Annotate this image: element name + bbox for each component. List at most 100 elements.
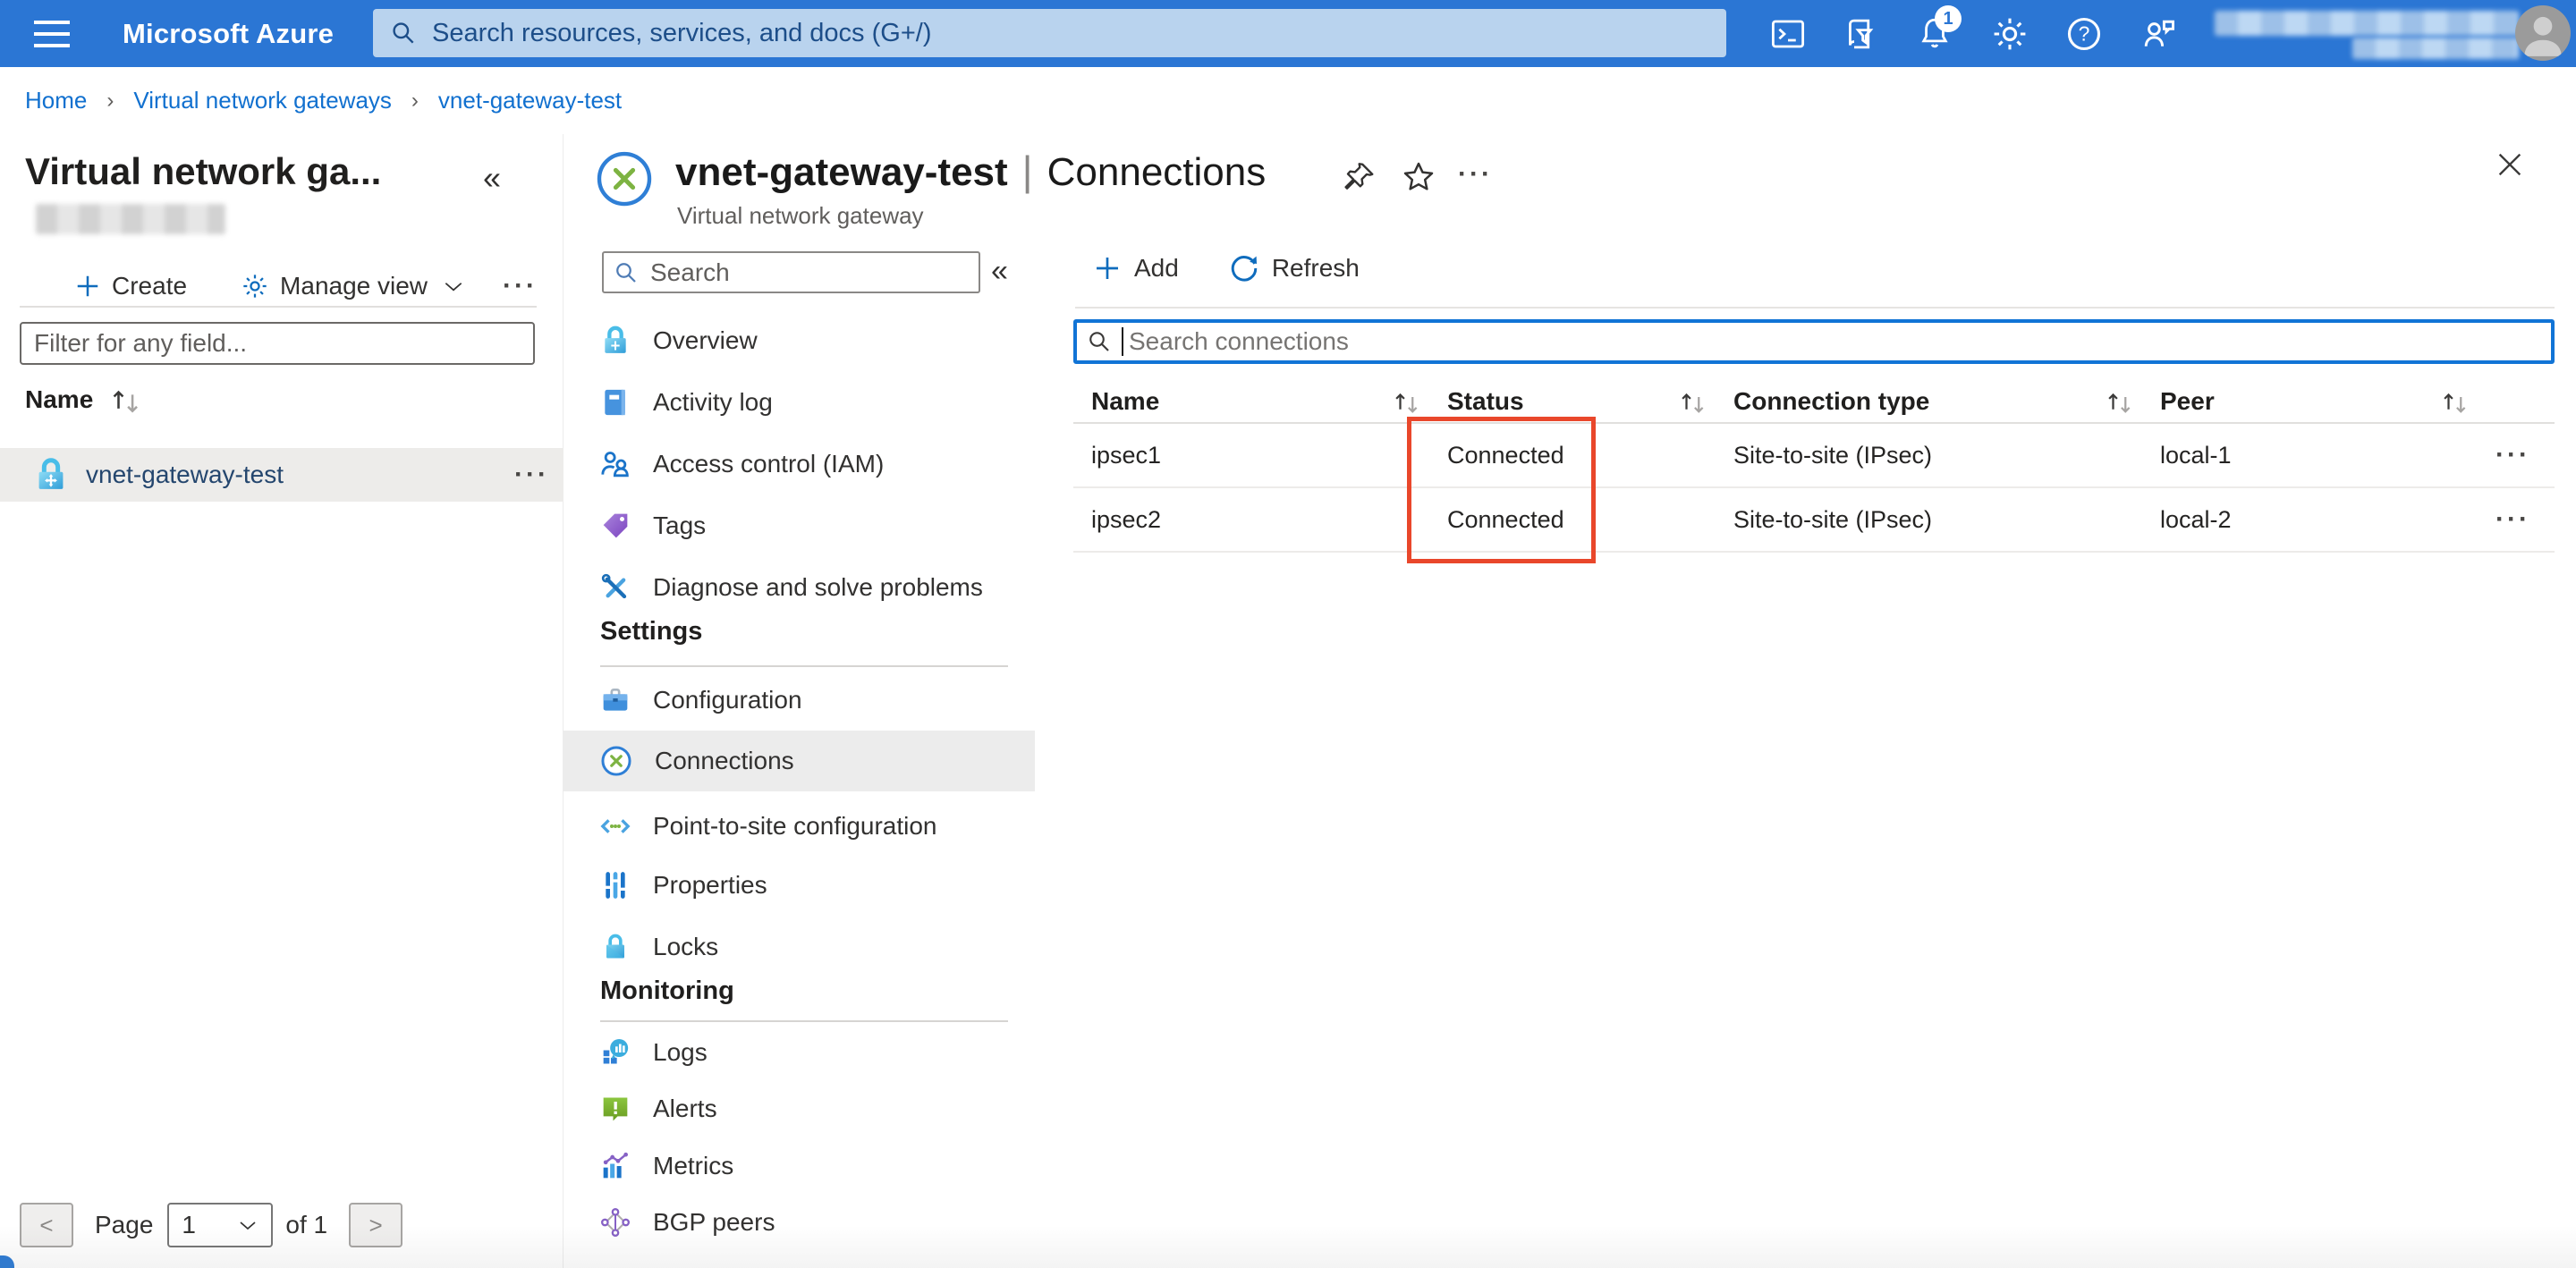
menu-item-alerts[interactable]: Alerts	[564, 1078, 1035, 1139]
collapse-panel-icon[interactable]: «	[483, 159, 501, 197]
cloud-shell-icon[interactable]	[1761, 0, 1815, 67]
menu-item-label: Locks	[653, 933, 719, 960]
alerts-icon	[597, 1091, 633, 1127]
menu-item-label: Configuration	[653, 686, 802, 714]
sort-icon	[109, 385, 143, 415]
avatar[interactable]	[2515, 5, 2571, 61]
menu-item-connections[interactable]: Connections	[564, 731, 1035, 791]
blade-subtitle: Virtual network gateway	[677, 202, 924, 229]
breadcrumb-gateways[interactable]: Virtual network gateways	[133, 87, 392, 114]
gateway-list-row[interactable]: vnet-gateway-test ···	[0, 448, 564, 502]
favorite-star-icon[interactable]	[1401, 159, 1436, 195]
menu-item-configuration[interactable]: Configuration	[564, 670, 1035, 731]
cell-status: Connected	[1447, 505, 1564, 533]
menu-item-label: Metrics	[653, 1152, 734, 1179]
tags-icon	[597, 508, 633, 544]
collapse-menu-icon[interactable]: «	[991, 254, 1008, 289]
menu-item-locks[interactable]: Locks	[564, 917, 1035, 977]
menu-item-point-to-site[interactable]: Point-to-site configuration	[564, 796, 1035, 857]
pin-icon[interactable]	[1342, 159, 1377, 195]
row-more-button[interactable]: ···	[2496, 440, 2555, 470]
menu-item-overview[interactable]: Overview	[564, 310, 1035, 371]
help-icon[interactable]: ?	[2057, 0, 2111, 67]
blade-title-separator: |	[1021, 148, 1033, 194]
column-header-name[interactable]: Name	[1091, 387, 1447, 416]
global-search-input[interactable]	[430, 17, 1710, 49]
column-header-status[interactable]: Status	[1447, 387, 1733, 416]
menu-item-bgp-peers[interactable]: BGP peers	[564, 1192, 1035, 1253]
plus-icon	[1093, 254, 1122, 283]
activity-log-icon	[597, 385, 633, 420]
blade-title: vnet-gateway-test | Connections	[675, 147, 1266, 195]
metrics-icon	[597, 1148, 633, 1184]
feedback-icon[interactable]	[2131, 0, 2185, 67]
sort-icon	[1395, 393, 1418, 413]
menu-item-tags[interactable]: Tags	[564, 495, 1035, 556]
page-select[interactable]: 1	[167, 1203, 274, 1247]
left-panel-title: Virtual network ga...	[25, 150, 382, 192]
menu-item-access-control[interactable]: Access control (IAM)	[564, 434, 1035, 495]
menu-item-label: Connections	[655, 747, 794, 774]
locks-icon	[597, 929, 633, 965]
menu-item-metrics[interactable]: Metrics	[564, 1136, 1035, 1196]
logs-icon	[597, 1035, 633, 1070]
menu-item-diagnose[interactable]: Diagnose and solve problems	[564, 557, 1035, 618]
cell-name[interactable]: ipsec1	[1091, 442, 1447, 469]
cell-status: Connected	[1447, 441, 1564, 469]
search-icon	[613, 259, 640, 286]
filter-input[interactable]	[20, 322, 535, 365]
hamburger-menu-icon[interactable]	[20, 0, 84, 67]
global-search-bar[interactable]	[373, 9, 1726, 57]
cell-peer: local-1	[2160, 441, 2232, 469]
table-row[interactable]: ipsec2 Connected Site-to-site (IPsec) lo…	[1073, 488, 2555, 553]
close-blade-icon[interactable]	[2490, 145, 2529, 184]
azure-brand[interactable]: Microsoft Azure	[123, 0, 334, 67]
of-label: of 1	[285, 1211, 328, 1238]
page-select-value: 1	[182, 1211, 196, 1238]
menu-item-activity-log[interactable]: Activity log	[564, 372, 1035, 433]
column-header-peer[interactable]: Peer	[2160, 387, 2496, 416]
connections-icon	[597, 742, 635, 780]
top-bar: Microsoft Azure 1 ?	[0, 0, 2576, 67]
refresh-button[interactable]: Refresh	[1229, 253, 1360, 283]
redacted-account-name	[2215, 11, 2519, 36]
menu-item-logs[interactable]: Logs	[564, 1022, 1035, 1083]
menu-item-label: Activity log	[653, 388, 773, 416]
add-connection-button[interactable]: Add	[1093, 254, 1179, 283]
left-panel-more-button[interactable]: ···	[503, 271, 538, 301]
menu-search-input[interactable]	[648, 257, 970, 288]
column-header-connection-type[interactable]: Connection type	[1733, 387, 2160, 416]
menu-item-properties[interactable]: Properties	[564, 855, 1035, 916]
directory-filter-icon[interactable]	[1834, 0, 1887, 67]
row-more-button[interactable]: ···	[514, 460, 549, 490]
chevron-down-icon	[442, 275, 465, 298]
point-to-site-icon	[597, 808, 633, 844]
table-row[interactable]: ipsec1 Connected Site-to-site (IPsec) lo…	[1073, 424, 2555, 488]
gateway-name-link[interactable]: vnet-gateway-test	[86, 461, 284, 489]
menu-search-box[interactable]	[602, 251, 980, 293]
previous-page-button[interactable]: <	[20, 1203, 73, 1247]
name-column-header[interactable]: Name	[25, 385, 143, 415]
connections-search-box[interactable]	[1073, 319, 2555, 364]
gear-icon	[241, 272, 269, 300]
diagnose-icon	[597, 570, 633, 605]
content-toolbar: Add Refresh	[1093, 247, 1360, 290]
cell-connection-type: Site-to-site (IPsec)	[1733, 441, 1933, 469]
connections-search-input[interactable]	[1127, 326, 2542, 357]
create-button[interactable]: Create	[74, 272, 187, 300]
manage-view-label: Manage view	[280, 272, 428, 300]
row-more-button[interactable]: ···	[2496, 504, 2555, 535]
breadcrumb-current[interactable]: vnet-gateway-test	[438, 87, 622, 114]
sort-icon	[2444, 393, 2466, 413]
manage-view-button[interactable]: Manage view	[241, 272, 465, 300]
menu-item-label: BGP peers	[653, 1208, 775, 1236]
blade-more-button[interactable]: ···	[1458, 159, 1493, 190]
breadcrumb-home[interactable]: Home	[25, 87, 87, 114]
settings-gear-icon[interactable]	[1983, 0, 2037, 67]
cell-name[interactable]: ipsec2	[1091, 506, 1447, 534]
next-page-button[interactable]: >	[349, 1203, 403, 1247]
page-label: Page	[95, 1211, 154, 1238]
text-cursor	[1122, 327, 1123, 356]
section-header-monitoring: Monitoring	[600, 976, 734, 1005]
menu-item-label: Tags	[653, 511, 707, 539]
